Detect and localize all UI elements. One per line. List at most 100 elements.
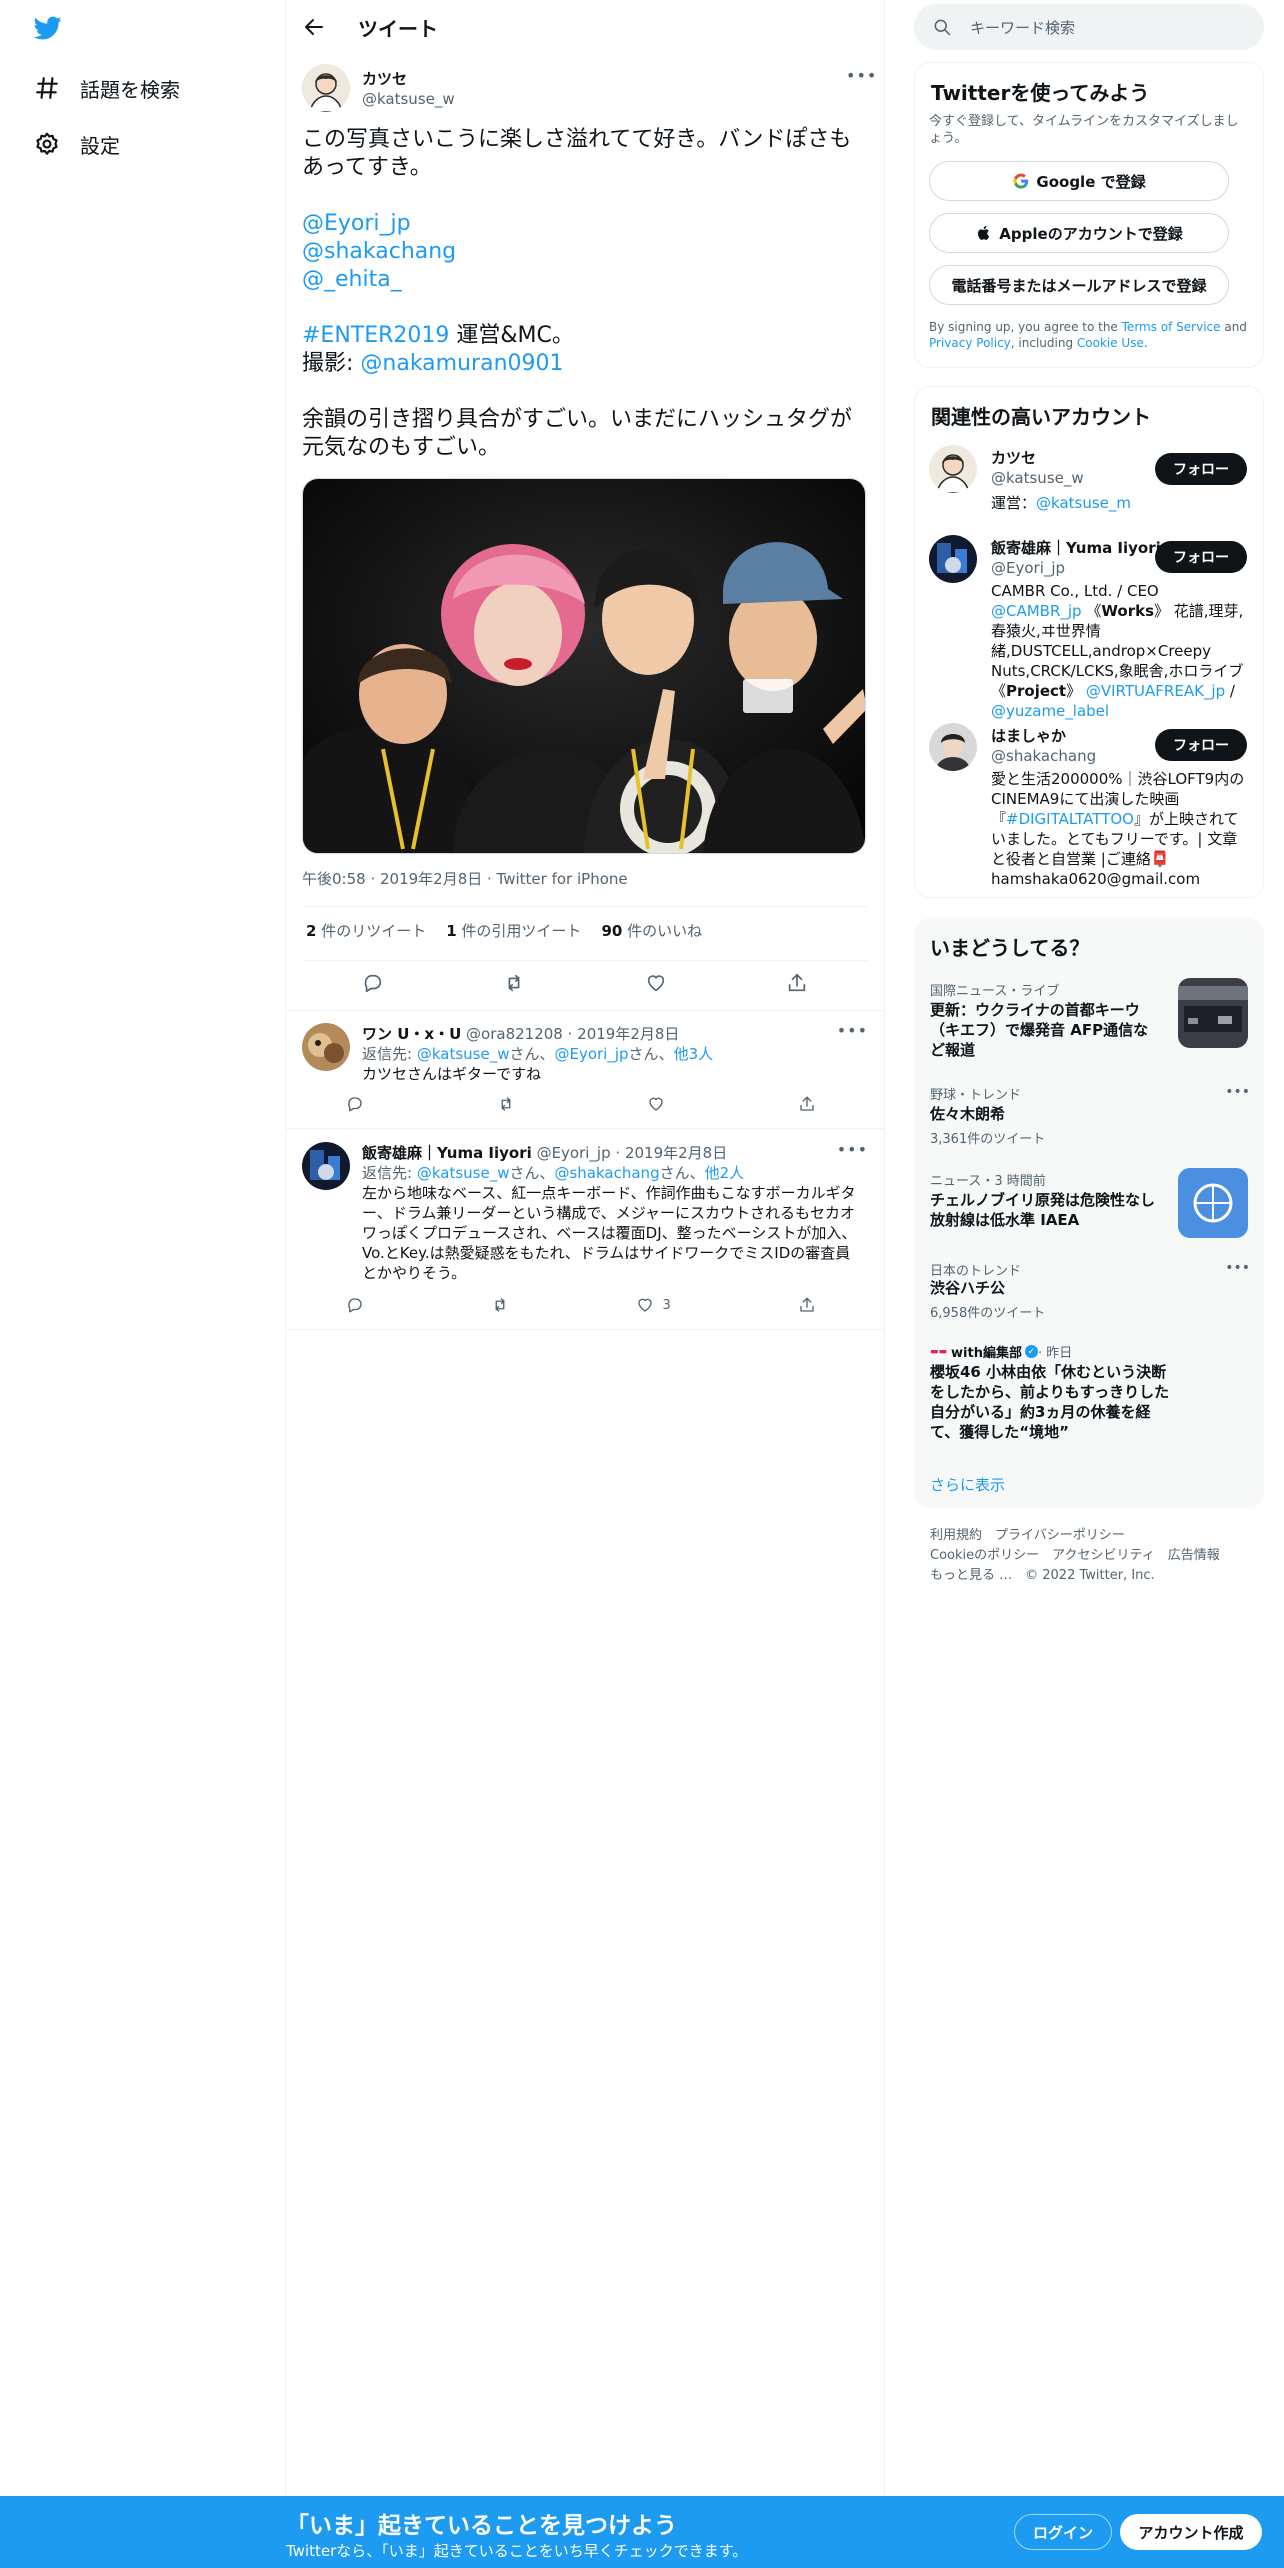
avatar[interactable] <box>302 64 350 112</box>
bio-mention-link[interactable]: @yuzame_label <box>991 702 1109 720</box>
tweet-text-line: 余韻の引き摺り具合がすごい。いまだにハッシュタグが元気なのもすごい。 <box>302 407 853 460</box>
phone-email-signup-button[interactable]: 電話番号またはメールアドレスで登録 <box>929 265 1229 305</box>
bio-mention-link[interactable]: @VIRTUAFREAK_jp <box>1086 682 1225 700</box>
reply-date[interactable]: · 2019年2月8日 <box>568 1025 680 1043</box>
like-action[interactable]: 3 <box>636 1296 671 1314</box>
reply-date[interactable]: · 2019年2月8日 <box>615 1144 727 1162</box>
quotes-label: 件の引用ツイート <box>456 922 582 940</box>
footer-line[interactable]: Cookieのポリシー アクセシビリティ 広告情報 <box>930 1546 1220 1566</box>
reply-tweet[interactable]: 飯寄雄麻｜Yuma Iiyori @Eyori_jp · 2019年2月8日 •… <box>286 1130 884 1330</box>
mention-link[interactable]: @nakamuran0901 <box>360 351 563 376</box>
reply-more-link[interactable]: 他3人 <box>674 1045 714 1063</box>
tweet-text-segment: 撮影: <box>302 351 361 376</box>
footer-line[interactable]: 利用規約 プライバシーポリシー <box>930 1526 1220 1546</box>
reply-icon[interactable] <box>346 1095 364 1113</box>
more-options-icon[interactable]: ••• <box>837 1021 868 1040</box>
hashtag-link[interactable]: #ENTER2019 <box>302 323 449 348</box>
tweet-text-line: この写真さいこうに楽しさ溢れてて好き。バンドぽさもあってすき。 <box>302 127 852 180</box>
trends-title: いまどうしてる？ <box>930 936 1090 960</box>
quotes-stat[interactable]: 1 件の引用ツイート <box>446 920 581 941</box>
avatar-illustration <box>929 445 977 493</box>
trend-thumbnail-image <box>1178 978 1248 1048</box>
follow-button[interactable]: フォロー <box>1155 453 1247 485</box>
mention-link[interactable]: @shakachang <box>554 1164 659 1182</box>
avatar[interactable] <box>929 535 977 583</box>
mention-link[interactable]: @shakachang <box>302 239 456 264</box>
nav-explore[interactable]: 話題を検索 <box>34 70 180 106</box>
trend-thumbnail <box>1178 1168 1248 1238</box>
reply-actions: 3 <box>346 1296 816 1314</box>
reply-author-handle[interactable]: @Eyori_jp <box>537 1144 611 1162</box>
account-name[interactable]: 飯寄雄麻｜Yuma Iiyori <box>991 537 1161 558</box>
terms-link[interactable]: Terms of Service <box>1122 320 1221 334</box>
avatar[interactable] <box>929 445 977 493</box>
share-icon[interactable] <box>786 972 808 994</box>
reply-author-name[interactable]: ワン U・x・U <box>362 1025 461 1043</box>
account-handle[interactable]: @katsuse_w <box>991 469 1084 487</box>
retweets-stat[interactable]: 2 件のリツイート <box>306 920 426 941</box>
footer-links: 利用規約 プライバシーポリシー Cookieのポリシー アクセシビリティ 広告情… <box>930 1526 1220 1586</box>
privacy-link[interactable]: Privacy Policy <box>929 336 1011 350</box>
account-handle[interactable]: @shakachang <box>991 747 1096 765</box>
mention-link[interactable]: @katsuse_w <box>417 1164 510 1182</box>
like-icon[interactable] <box>647 1095 665 1113</box>
reply-icon[interactable] <box>362 972 384 994</box>
bio-mention-link[interactable]: @katsuse_m <box>1036 494 1131 512</box>
page-header: ツイート <box>286 0 884 54</box>
avatar[interactable] <box>929 723 977 771</box>
back-arrow-icon[interactable] <box>302 15 326 39</box>
bio-hashtag-link[interactable]: #DIGITALTATTOO <box>1006 810 1134 828</box>
account-name[interactable]: はましゃか <box>991 725 1066 746</box>
login-button[interactable]: ログイン <box>1014 2514 1112 2550</box>
retweet-icon[interactable] <box>503 972 525 994</box>
retweet-icon[interactable] <box>497 1095 515 1113</box>
more-options-icon[interactable]: ••• <box>846 66 877 85</box>
reply-tweet[interactable]: ワン U・x・U @ora821208 · 2019年2月8日 ••• 返信先:… <box>286 1011 884 1129</box>
reply-more-link[interactable]: 他2人 <box>705 1164 745 1182</box>
share-icon[interactable] <box>798 1296 816 1314</box>
apple-signup-button[interactable]: Appleのアカウントで登録 <box>929 213 1229 253</box>
footer-line[interactable]: もっと見る … © 2022 Twitter, Inc. <box>930 1566 1220 1586</box>
mention-link[interactable]: @_ehita_ <box>302 267 402 292</box>
twitter-logo-icon[interactable] <box>32 14 64 42</box>
mention-link[interactable]: @Eyori_jp <box>554 1045 628 1063</box>
mention-link[interactable]: @Eyori_jp <box>302 211 411 236</box>
follow-button[interactable]: フォロー <box>1155 729 1247 761</box>
follow-button[interactable]: フォロー <box>1155 541 1247 573</box>
tweet-text-segment: 運営&MC。 <box>449 323 574 348</box>
author-handle[interactable]: @katsuse_w <box>362 90 455 108</box>
bio-text: 《 <box>1081 602 1102 620</box>
quotes-count: 1 <box>446 922 457 940</box>
avatar[interactable] <box>302 1142 350 1190</box>
show-more-link[interactable]: さらに表示 <box>930 1474 1005 1495</box>
more-options-icon[interactable]: ••• <box>837 1140 868 1159</box>
reply-icon[interactable] <box>346 1296 364 1314</box>
related-accounts-card: 関連性の高いアカウント カツセ @katsuse_w フォロー 運営：@kats… <box>914 386 1264 898</box>
reply-author-handle[interactable]: @ora821208 <box>466 1025 563 1043</box>
like-icon[interactable] <box>645 972 667 994</box>
tweet-timestamp[interactable]: 午後0:58 · 2019年2月8日 · Twitter for iPhone <box>302 868 628 889</box>
trend-count: 3,361件のツイート <box>930 1132 1046 1147</box>
google-signup-button[interactable]: Google で登録 <box>929 161 1229 201</box>
tweet-text: この写真さいこうに楽しさ溢れてて好き。バンドぽさもあってすき。 @Eyori_j… <box>302 126 862 462</box>
retweet-icon[interactable] <box>491 1296 509 1314</box>
tweet-photo[interactable] <box>302 478 866 854</box>
reply-actions <box>346 1095 816 1113</box>
reply-author-name[interactable]: 飯寄雄麻｜Yuma Iiyori <box>362 1144 532 1162</box>
mention-link[interactable]: @katsuse_w <box>417 1045 510 1063</box>
likes-stat[interactable]: 90 件のいいね <box>601 920 702 941</box>
search-input[interactable]: キーワード検索 <box>914 4 1264 50</box>
more-options-icon[interactable]: ••• <box>1225 1084 1250 1100</box>
avatar[interactable] <box>302 1023 350 1071</box>
author-name[interactable]: カツセ <box>362 68 407 89</box>
account-name[interactable]: カツセ <box>991 447 1036 468</box>
share-icon[interactable] <box>798 1095 816 1113</box>
nav-settings[interactable]: 設定 <box>34 126 120 162</box>
account-handle[interactable]: @Eyori_jp <box>991 559 1065 577</box>
create-account-button[interactable]: アカウント作成 <box>1120 2514 1262 2550</box>
cookie-link[interactable]: Cookie Use <box>1077 336 1144 350</box>
bio-mention-link[interactable]: @CAMBR_jp <box>991 602 1082 620</box>
more-options-icon[interactable]: ••• <box>1225 1260 1250 1276</box>
account-bio: CAMBR Co., Ltd. / CEO @CAMBR_jp 《Works》 … <box>991 581 1249 721</box>
trend-category: ニュース・3 時間前 <box>930 1174 1046 1189</box>
